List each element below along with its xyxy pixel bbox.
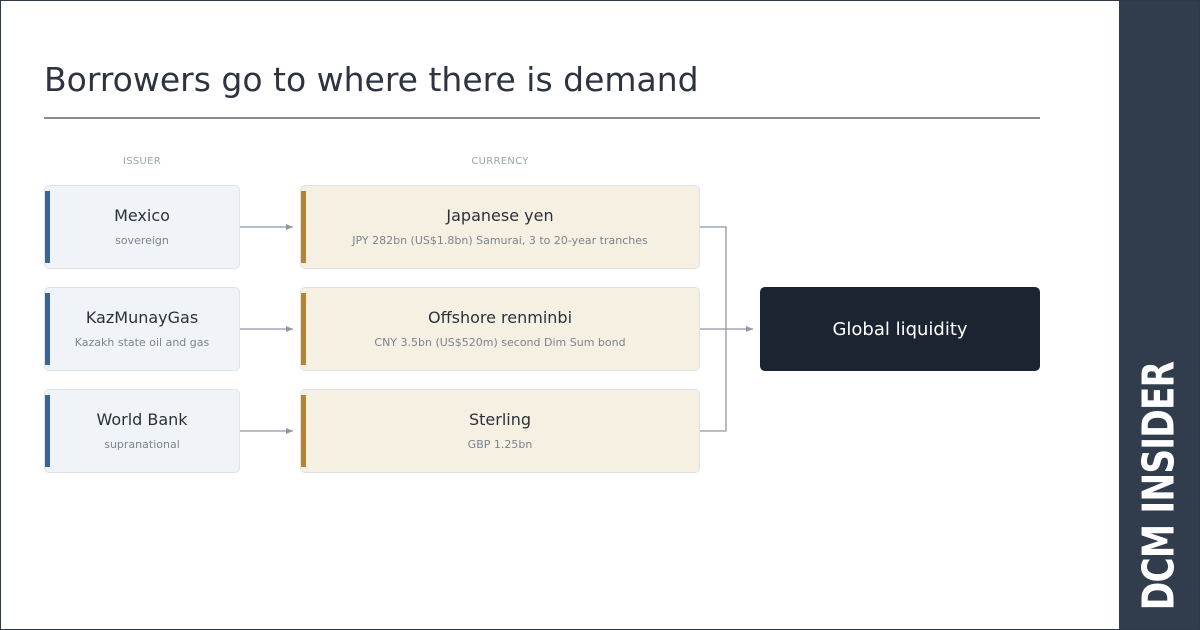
brand-sidebar: DCM INSIDER [1119, 1, 1199, 629]
connector-yen-to-merge [700, 226, 727, 329]
connector-layer [240, 224, 753, 434]
brand-logo-text: DCM INSIDER [1134, 327, 1185, 630]
brand-name: DCM INSIDER [1133, 361, 1185, 611]
connector-sterling-to-merge [700, 329, 727, 432]
